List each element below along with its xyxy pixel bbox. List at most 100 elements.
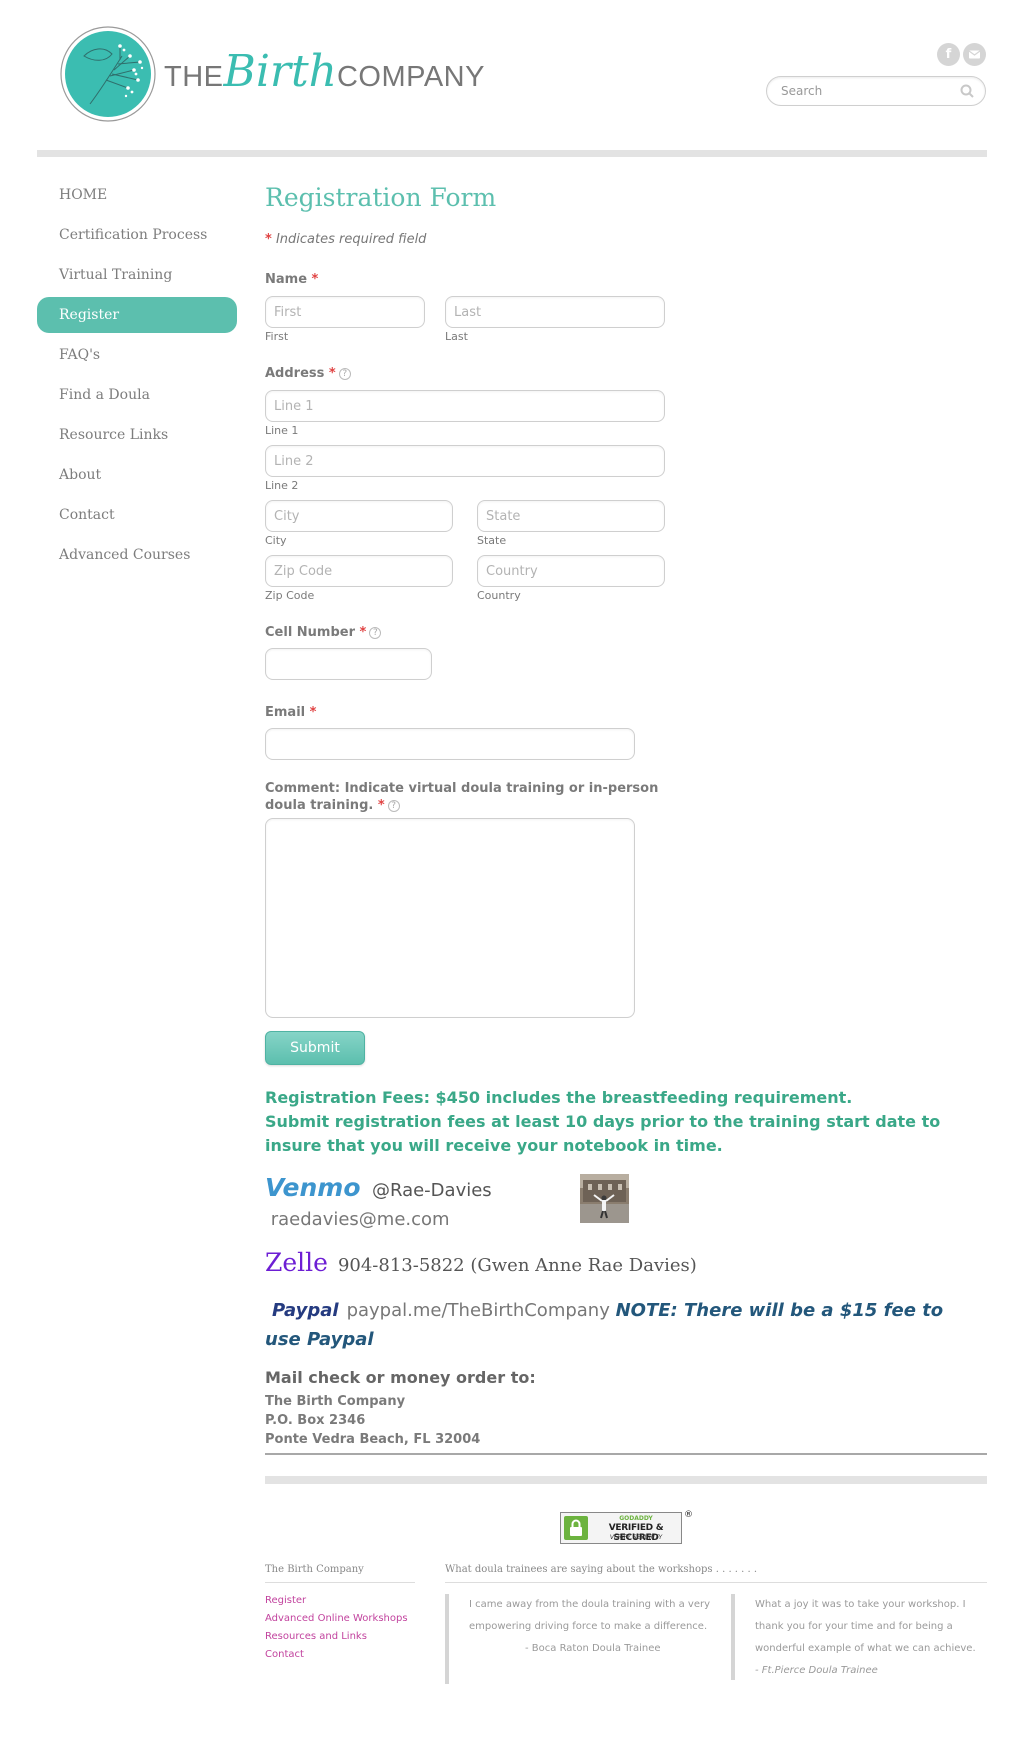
search-input[interactable] [781,82,951,100]
birth-company-logo[interactable] [60,26,156,122]
footer-company-heading: The Birth Company [265,1564,364,1575]
testimonial-author: - Boca Raton Doula Trainee [525,1643,661,1654]
brand-the: THE [164,61,224,93]
email-label: Email * [265,705,316,720]
country-sublabel: Country [477,589,521,602]
paypal-payment: Paypal paypal.me/TheBirthCompany NOTE: Th… [265,1296,965,1354]
testimonials-heading: What doula trainees are saying about the… [445,1564,758,1575]
nav-item-about[interactable]: About [37,457,237,493]
cell-number-input[interactable] [265,648,432,680]
required-star: * [311,272,319,287]
mail-address-line: The Birth Company [265,1394,406,1409]
venmo-payment: Venmo @Rae-Davies raedavies@me.com [265,1173,565,1234]
address-label-text: Address [265,366,325,381]
fees-line-1: Registration Fees: $450 includes the bre… [265,1088,853,1107]
seal-registered-mark: ® [684,1510,693,1520]
state-input[interactable] [477,500,665,532]
zip-code-input[interactable] [265,555,453,587]
header-divider [37,150,987,157]
nav-item-resource-links[interactable]: Resource Links [37,417,237,453]
facebook-icon[interactable]: f [937,43,960,66]
city-sublabel: City [265,534,287,547]
footer-link-advanced-workshops[interactable]: Advanced Online Workshops [265,1610,408,1628]
zelle-payment: Zelle 904-813-5822 (Gwen Anne Rae Davies) [265,1248,697,1277]
city-input[interactable] [265,500,453,532]
footer-link-register[interactable]: Register [265,1592,408,1610]
footer-link-resources[interactable]: Resources and Links [265,1628,408,1646]
brand-company: COMPANY [336,61,485,93]
name-label: Name * [265,272,318,287]
country-input[interactable] [477,555,665,587]
fees-line-2: Submit registration fees at least 10 day… [265,1112,941,1155]
address-line1-input[interactable] [265,390,665,422]
cell-number-label: Cell Number *? [265,625,382,640]
testimonial-author: - Ft.Pierce Doula Trainee [755,1665,878,1676]
godaddy-security-seal[interactable]: GODADDY VERIFIED & SECURED VERIFY SECURI… [560,1510,693,1544]
search-box[interactable] [766,76,986,106]
lock-icon [564,1516,588,1540]
required-star: * [328,366,336,381]
required-note: * Indicates required field [265,232,426,247]
venmo-email[interactable]: raedavies@me.com [271,1209,450,1230]
zelle-logo: Zelle [265,1248,328,1277]
footer-rule [445,1582,987,1583]
mail-address-line: P.O. Box 2346 [265,1413,366,1428]
testimonial-1: I came away from the doula training with… [445,1594,710,1684]
zip-code-sublabel: Zip Code [265,589,315,602]
name-label-text: Name [265,272,308,287]
submit-button[interactable]: Submit [265,1031,365,1065]
nav-item-contact[interactable]: Contact [37,497,237,533]
brand-birth: Birth [223,46,337,97]
required-note-text: Indicates required field [275,232,427,247]
required-star: * [265,232,272,247]
required-star: * [377,798,385,813]
address-line2-input[interactable] [265,445,665,477]
registration-fees: Registration Fees: $450 includes the bre… [265,1086,965,1158]
profile-photo [580,1174,629,1223]
nav-item-register[interactable]: Register [37,297,237,333]
sidebar-nav: HOME Certification Process Virtual Train… [37,177,237,577]
address-line1-sublabel: Line 1 [265,424,299,437]
required-star: * [359,625,367,640]
brand-wordmark[interactable]: THEBirthCOMPANY [164,46,485,97]
help-icon[interactable]: ? [369,626,382,639]
venmo-logo: Venmo [265,1173,361,1202]
nav-item-home[interactable]: HOME [37,177,237,213]
email-input[interactable] [265,728,635,760]
seal-godaddy-text: GODADDY [619,1515,653,1522]
help-icon[interactable]: ? [338,367,351,380]
state-sublabel: State [477,534,507,547]
required-star: * [309,705,317,720]
nav-item-find-a-doula[interactable]: Find a Doula [37,377,237,413]
mail-address-line: Ponte Vedra Beach, FL 32004 [265,1432,481,1447]
first-name-sublabel: First [265,330,289,343]
nav-item-advanced-courses[interactable]: Advanced Courses [37,537,237,573]
venmo-handle: @Rae-Davies [371,1180,492,1201]
comment-label-text: Comment: Indicate virtual doula training… [265,781,659,813]
last-name-input[interactable] [445,296,665,328]
seal-verify-text: VERIFY SECURITY [609,1534,663,1541]
zelle-detail: 904-813-5822 (Gwen Anne Rae Davies) [337,1255,697,1276]
footer-link-contact[interactable]: Contact [265,1646,408,1664]
nav-item-faqs[interactable]: FAQ's [37,337,237,373]
nav-item-virtual-training[interactable]: Virtual Training [37,257,237,293]
nav-item-certification-process[interactable]: Certification Process [37,217,237,253]
content-divider [265,1453,987,1455]
testimonial-text: What a joy it was to take your workshop.… [755,1599,976,1654]
cell-number-label-text: Cell Number [265,625,356,640]
page-title: Registration Form [265,183,497,212]
mail-heading: Mail check or money order to: [265,1368,536,1387]
first-name-input[interactable] [265,296,425,328]
help-icon[interactable]: ? [387,799,400,812]
footer-divider [265,1476,987,1484]
comment-label: Comment: Indicate virtual doula training… [265,780,665,814]
footer-links: Register Advanced Online Workshops Resou… [265,1592,408,1664]
search-icon[interactable] [959,83,975,99]
paypal-link[interactable]: paypal.me/TheBirthCompany [347,1300,610,1321]
comment-textarea[interactable] [265,818,635,1018]
mail-address: The Birth Company P.O. Box 2346 Ponte Ve… [265,1392,480,1449]
email-icon[interactable] [963,43,986,66]
paypal-logo: Paypal [272,1300,339,1321]
last-name-sublabel: Last [445,330,468,343]
address-label: Address *? [265,366,351,381]
